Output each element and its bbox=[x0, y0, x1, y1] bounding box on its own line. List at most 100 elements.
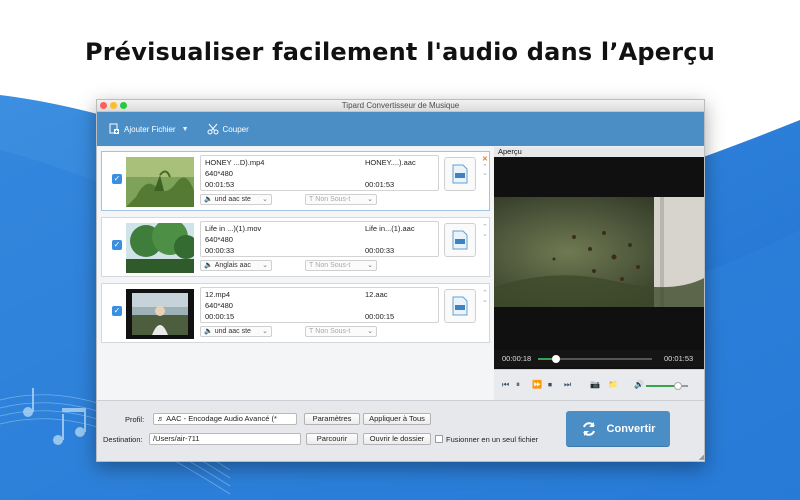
cut-button[interactable]: Couper bbox=[207, 123, 249, 135]
window-title: Tipard Convertisseur de Musique bbox=[341, 101, 460, 110]
camera-icon[interactable]: 📷 bbox=[590, 380, 600, 389]
add-file-dropdown-icon[interactable]: ▼ bbox=[182, 126, 189, 133]
video-thumbnail bbox=[126, 223, 194, 273]
speaker-icon: 🔈 bbox=[204, 262, 213, 269]
source-filename: HONEY ...D).mp4 bbox=[205, 158, 265, 167]
video-thumbnail bbox=[126, 289, 194, 339]
output-format-button[interactable] bbox=[444, 157, 476, 191]
chevron-down-icon: ⌄ bbox=[367, 196, 373, 203]
subtitle-select[interactable]: T Non Sous-t ⌄ bbox=[305, 260, 377, 271]
output-format-button[interactable] bbox=[444, 223, 476, 257]
remove-row-icon[interactable]: ✕ bbox=[482, 156, 488, 163]
folder-icon[interactable]: 📁 bbox=[608, 380, 618, 389]
source-duration: 00:01:53 bbox=[205, 180, 235, 189]
destination-field[interactable]: /Users/air-711 bbox=[149, 433, 301, 445]
seek-slider[interactable] bbox=[538, 355, 652, 363]
preview-panel: Aperçu 00:00:18 00:01:53 ⏮ ⏸ ⏩ ⏹ ⏭ 📷 📁 🔊 bbox=[494, 147, 704, 400]
subtitle-select[interactable]: T Non Sous-t ⌄ bbox=[305, 194, 377, 205]
row-checkbox[interactable]: ✓ bbox=[112, 240, 122, 250]
source-duration: 00:00:33 bbox=[205, 246, 235, 255]
timeline-bar: 00:00:18 00:01:53 bbox=[494, 350, 704, 367]
subtitle-select[interactable]: T Non Sous-t ⌄ bbox=[305, 326, 377, 337]
video-frame bbox=[494, 197, 704, 307]
output-format-button[interactable] bbox=[444, 289, 476, 323]
total-time: 00:01:53 bbox=[664, 354, 694, 363]
profile-format-icon: ♬ bbox=[157, 414, 167, 423]
row-checkbox[interactable]: ✓ bbox=[112, 174, 122, 184]
file-row[interactable]: ✓ 12.mp4 640*480 00:00:15 12.aac 00:00:1… bbox=[101, 283, 490, 343]
move-down-icon[interactable]: ⌄ bbox=[482, 170, 488, 177]
audio-track-select[interactable]: 🔈 und aac ste ⌄ bbox=[200, 326, 272, 337]
subtitle-icon: T bbox=[309, 328, 314, 335]
convert-button[interactable]: Convertir bbox=[566, 411, 670, 447]
profile-value: AAC - Encodage Audio Avancé (* bbox=[166, 414, 277, 423]
file-info-box: 12.mp4 640*480 00:00:15 12.aac 00:00:15 bbox=[200, 287, 439, 323]
merge-label: Fusionner en un seul fichier bbox=[446, 435, 539, 444]
add-file-icon bbox=[109, 123, 119, 134]
output-filename: HONEY....).aac bbox=[365, 158, 416, 167]
file-info-box: Life in ...)(1).mov 640*480 00:00:33 Lif… bbox=[200, 221, 439, 257]
output-duration: 00:01:53 bbox=[365, 180, 395, 189]
file-row[interactable]: ✓ HONEY ...D).mp4 640*480 00:01:53 HONEY… bbox=[101, 151, 490, 211]
current-time: 00:00:18 bbox=[502, 354, 532, 363]
output-filename: 12.aac bbox=[365, 290, 388, 299]
audio-file-icon bbox=[452, 296, 468, 316]
add-file-label: Ajouter Fichier bbox=[124, 124, 176, 134]
browse-button[interactable]: Parcourir bbox=[306, 433, 358, 445]
audio-track-value: und aac ste bbox=[214, 196, 251, 203]
profile-label: Profil: bbox=[125, 415, 145, 424]
scissors-icon bbox=[207, 123, 219, 135]
resolution: 640*480 bbox=[205, 169, 233, 178]
audio-track-select[interactable]: 🔈 Anglais aac ⌄ bbox=[200, 260, 272, 271]
stop-icon[interactable]: ⏹ bbox=[548, 380, 552, 390]
headline: Prévisualiser facilement l'audio dans l’… bbox=[84, 38, 716, 66]
fast-forward-icon[interactable]: ⏩ bbox=[532, 380, 542, 389]
move-up-icon[interactable]: ⌃ bbox=[482, 290, 488, 297]
output-duration: 00:00:33 bbox=[365, 246, 395, 255]
chevron-down-icon: ⌄ bbox=[262, 196, 268, 203]
subtitle-value: Non Sous-t bbox=[315, 328, 351, 335]
move-up-icon[interactable]: ⌃ bbox=[482, 224, 488, 231]
source-filename: 12.mp4 bbox=[205, 290, 231, 299]
volume-icon[interactable]: 🔊 bbox=[634, 380, 644, 389]
resize-grip-icon[interactable]: ◢ bbox=[699, 453, 704, 461]
audio-track-value: Anglais aac bbox=[214, 262, 251, 269]
move-down-icon[interactable]: ⌄ bbox=[482, 297, 488, 304]
audio-file-icon bbox=[452, 230, 468, 250]
output-filename: Life in...(1).aac bbox=[365, 224, 415, 233]
row-checkbox[interactable]: ✓ bbox=[112, 306, 122, 316]
chevron-down-icon: ⌄ bbox=[262, 328, 268, 335]
settings-bar: Profil: ♬ AAC - Encodage Audio Avancé (*… bbox=[97, 400, 704, 461]
file-info-box: HONEY ...D).mp4 640*480 00:01:53 HONEY..… bbox=[200, 155, 439, 191]
audio-track-value: und aac ste bbox=[214, 328, 251, 335]
chevron-down-icon: ⌄ bbox=[262, 262, 268, 269]
subtitle-value: Non Sous-t bbox=[315, 262, 351, 269]
volume-handle[interactable] bbox=[673, 382, 682, 390]
apply-all-button[interactable]: Appliquer à Tous bbox=[363, 413, 431, 425]
speaker-icon: 🔈 bbox=[204, 196, 213, 203]
seek-handle[interactable] bbox=[552, 355, 561, 363]
open-folder-button[interactable]: Ouvrir le dossier bbox=[363, 433, 431, 445]
preview-label: Aperçu bbox=[494, 147, 704, 157]
settings-button[interactable]: Paramètres bbox=[304, 413, 360, 425]
merge-checkbox[interactable] bbox=[435, 435, 443, 443]
volume-slider[interactable] bbox=[646, 382, 688, 390]
toolbar: Ajouter Fichier ▼ Couper bbox=[97, 112, 704, 146]
source-duration: 00:00:15 bbox=[205, 312, 235, 321]
skip-back-icon[interactable]: ⏮ bbox=[502, 380, 509, 390]
resolution: 640*480 bbox=[205, 235, 233, 244]
skip-forward-icon[interactable]: ⏭ bbox=[564, 380, 571, 390]
destination-label: Destination: bbox=[103, 435, 143, 444]
add-file-button[interactable]: Ajouter Fichier bbox=[109, 123, 176, 135]
convert-label: Convertir bbox=[606, 423, 656, 435]
audio-track-select[interactable]: 🔈 und aac ste ⌄ bbox=[200, 194, 272, 205]
profile-select[interactable]: ♬ AAC - Encodage Audio Avancé (* bbox=[153, 413, 297, 425]
video-thumbnail bbox=[126, 157, 194, 207]
title-bar: Tipard Convertisseur de Musique bbox=[97, 100, 704, 112]
output-duration: 00:00:15 bbox=[365, 312, 395, 321]
pause-icon[interactable]: ⏸ bbox=[516, 380, 520, 390]
file-row[interactable]: ✓ Life in ...)(1).mov 640*480 00:00:33 L… bbox=[101, 217, 490, 277]
move-down-icon[interactable]: ⌄ bbox=[482, 231, 488, 238]
source-filename: Life in ...)(1).mov bbox=[205, 224, 262, 233]
app-window: Tipard Convertisseur de Musique Ajouter … bbox=[96, 99, 705, 462]
